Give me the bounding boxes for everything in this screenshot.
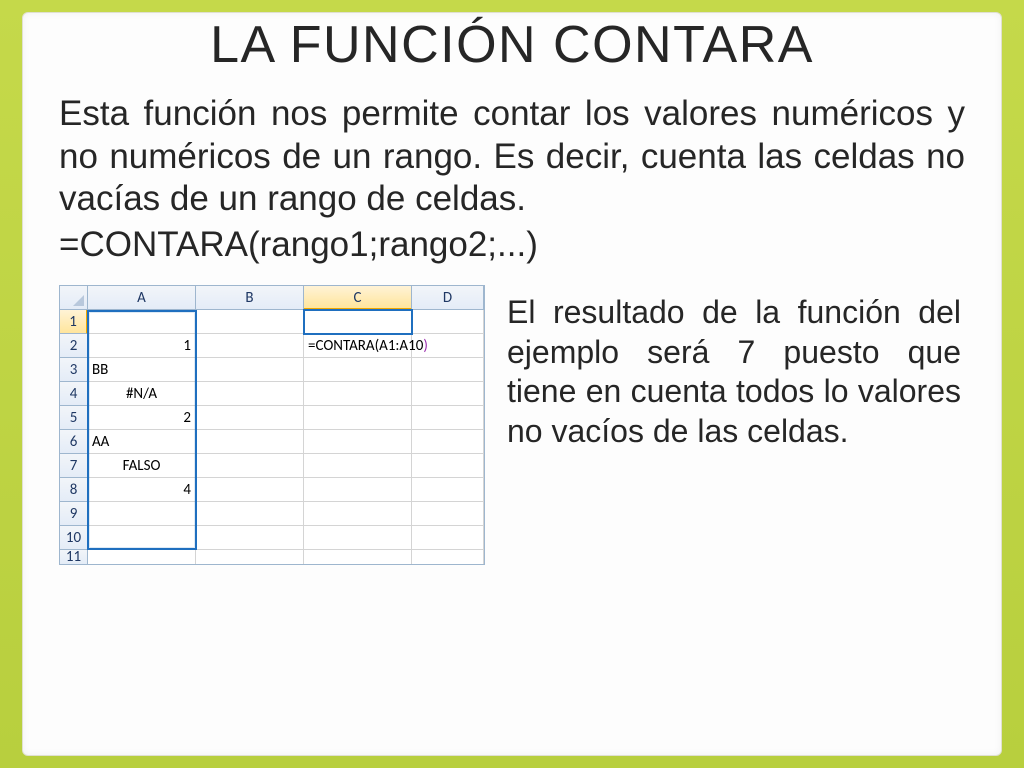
cell-B1[interactable]	[196, 310, 304, 334]
row-header-1[interactable]: 1	[60, 310, 88, 334]
row-header-2[interactable]: 2	[60, 334, 88, 358]
row-2: 2 1 =CONTARA(A1:A10)	[60, 334, 484, 358]
col-header-D[interactable]: D	[412, 286, 484, 310]
select-all-corner[interactable]	[60, 286, 88, 310]
cell-A10[interactable]	[88, 526, 196, 550]
row-header-7[interactable]: 7	[60, 454, 88, 478]
cell-D7[interactable]	[412, 454, 484, 478]
row-6: 6 AA	[60, 430, 484, 454]
cell-B4[interactable]	[196, 382, 304, 406]
cell-A1[interactable]	[88, 310, 196, 334]
description-paragraph: Esta función nos permite contar los valo…	[59, 93, 965, 221]
slide-title: LA FUNCIÓN CONTARA	[59, 15, 965, 75]
row-1: 1	[60, 310, 484, 334]
cell-D8[interactable]	[412, 478, 484, 502]
cell-B5[interactable]	[196, 406, 304, 430]
cell-D1[interactable]	[412, 310, 484, 334]
cell-D11[interactable]	[412, 550, 484, 564]
row-8: 8 4	[60, 478, 484, 502]
cell-D10[interactable]	[412, 526, 484, 550]
formula-text: =CONTARA(A1:A10)	[308, 334, 428, 358]
cell-A3[interactable]: BB	[88, 358, 196, 382]
spreadsheet-example: A B C D 1 2 1 =CONTARA(A1:A10)	[59, 285, 485, 565]
cell-C9[interactable]	[304, 502, 412, 526]
row-header-11[interactable]: 11	[60, 550, 88, 564]
column-header-row: A B C D	[60, 286, 484, 310]
cell-B2[interactable]	[196, 334, 304, 358]
cell-B6[interactable]	[196, 430, 304, 454]
col-header-C[interactable]: C	[304, 286, 412, 310]
result-explanation: El resultado de la función del ejemplo s…	[507, 285, 965, 452]
col-header-A[interactable]: A	[88, 286, 196, 310]
row-header-9[interactable]: 9	[60, 502, 88, 526]
cell-C4[interactable]	[304, 382, 412, 406]
row-10: 10	[60, 526, 484, 550]
cell-A11[interactable]	[88, 550, 196, 564]
cell-C2[interactable]: =CONTARA(A1:A10)	[304, 334, 412, 358]
cell-B7[interactable]	[196, 454, 304, 478]
cell-B9[interactable]	[196, 502, 304, 526]
row-7: 7 FALSO	[60, 454, 484, 478]
cell-C11[interactable]	[304, 550, 412, 564]
cell-A8[interactable]: 4	[88, 478, 196, 502]
cell-A7[interactable]: FALSO	[88, 454, 196, 478]
row-header-8[interactable]: 8	[60, 478, 88, 502]
formula-body: =CONTARA(A1:A10	[308, 337, 423, 355]
lower-row: A B C D 1 2 1 =CONTARA(A1:A10)	[59, 285, 965, 565]
cell-D6[interactable]	[412, 430, 484, 454]
row-header-5[interactable]: 5	[60, 406, 88, 430]
cell-B8[interactable]	[196, 478, 304, 502]
row-4: 4 #N/A	[60, 382, 484, 406]
cell-C10[interactable]	[304, 526, 412, 550]
cell-C8[interactable]	[304, 478, 412, 502]
cell-A4[interactable]: #N/A	[88, 382, 196, 406]
row-5: 5 2	[60, 406, 484, 430]
row-header-10[interactable]: 10	[60, 526, 88, 550]
row-3: 3 BB	[60, 358, 484, 382]
cell-A5[interactable]: 2	[88, 406, 196, 430]
cell-B10[interactable]	[196, 526, 304, 550]
slide-content: LA FUNCIÓN CONTARA Esta función nos perm…	[22, 12, 1002, 756]
cell-C3[interactable]	[304, 358, 412, 382]
cell-C7[interactable]	[304, 454, 412, 478]
cell-D3[interactable]	[412, 358, 484, 382]
cell-B11[interactable]	[196, 550, 304, 564]
cell-D4[interactable]	[412, 382, 484, 406]
cell-A9[interactable]	[88, 502, 196, 526]
row-11: 11	[60, 550, 484, 564]
cell-C5[interactable]	[304, 406, 412, 430]
cell-C6[interactable]	[304, 430, 412, 454]
col-header-B[interactable]: B	[196, 286, 304, 310]
cell-D9[interactable]	[412, 502, 484, 526]
cell-B3[interactable]	[196, 358, 304, 382]
row-header-3[interactable]: 3	[60, 358, 88, 382]
formula-close-paren: )	[423, 337, 428, 355]
cell-D5[interactable]	[412, 406, 484, 430]
row-header-6[interactable]: 6	[60, 430, 88, 454]
row-header-4[interactable]: 4	[60, 382, 88, 406]
row-9: 9	[60, 502, 484, 526]
cell-A6[interactable]: AA	[88, 430, 196, 454]
cell-C1[interactable]	[304, 310, 412, 334]
cell-A2[interactable]: 1	[88, 334, 196, 358]
syntax-line: =CONTARA(rango1;rango2;...)	[59, 225, 965, 265]
